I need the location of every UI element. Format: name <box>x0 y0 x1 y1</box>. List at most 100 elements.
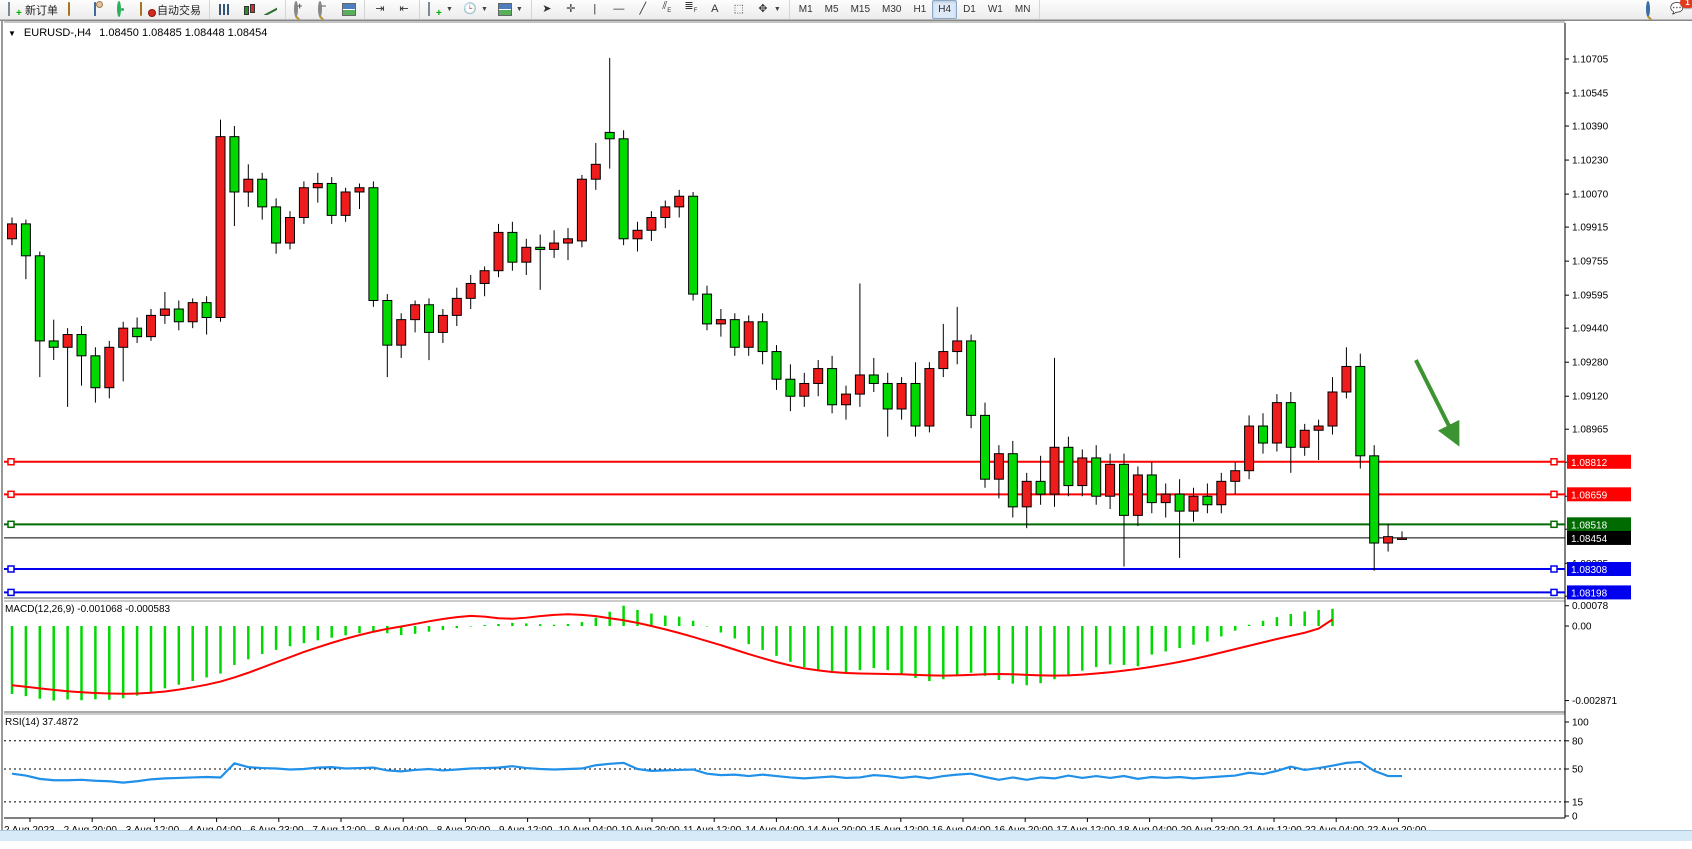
bar-chart-button[interactable] <box>213 0 237 19</box>
chart-canvas[interactable]: 1.107051.105451.103901.102301.100701.099… <box>0 21 1692 849</box>
zoom-out-button[interactable]: − <box>313 0 337 19</box>
timeframe-mn-button[interactable]: MN <box>1009 0 1037 19</box>
candle-down[interactable] <box>1064 447 1073 485</box>
candle-down[interactable] <box>772 352 781 380</box>
candle-up[interactable] <box>466 283 475 298</box>
hline-handle[interactable] <box>1551 521 1557 527</box>
candle-up[interactable] <box>438 315 447 332</box>
candle-down[interactable] <box>49 341 58 347</box>
candle-up[interactable] <box>299 188 308 218</box>
candle-up[interactable] <box>800 383 809 396</box>
candle-up[interactable] <box>953 341 962 352</box>
candle-up[interactable] <box>897 383 906 409</box>
candle-down[interactable] <box>1356 366 1365 455</box>
notifications-button[interactable]: 💬 1 <box>1665 0 1689 19</box>
timeframe-h4-button[interactable]: H4 <box>932 0 957 19</box>
candle-down[interactable] <box>383 300 392 345</box>
candle-up[interactable] <box>1078 458 1087 486</box>
hline-handle[interactable] <box>1551 459 1557 465</box>
candle-up[interactable] <box>1300 430 1309 447</box>
candle-up[interactable] <box>1398 538 1407 540</box>
zoom-in-button[interactable]: + <box>289 0 313 19</box>
periods-button[interactable]: 🕒▼ <box>458 0 493 19</box>
candle-down[interactable] <box>828 369 837 405</box>
candle-up[interactable] <box>286 218 295 244</box>
collapse-triangle-icon[interactable]: ▼ <box>8 29 16 38</box>
candle-down[interactable] <box>1147 475 1156 503</box>
candle-up[interactable] <box>313 183 322 187</box>
templates-button[interactable]: ▼ <box>493 0 528 19</box>
candle-up[interactable] <box>550 243 559 249</box>
candle-down[interactable] <box>689 196 698 294</box>
chart-shift-button[interactable]: ⇤ <box>392 0 416 19</box>
candle-down[interactable] <box>619 139 628 239</box>
candle-up[interactable] <box>341 192 350 215</box>
timeframe-m30-button[interactable]: M30 <box>876 0 907 19</box>
candle-up[interactable] <box>855 375 864 394</box>
candle-up[interactable] <box>577 179 586 241</box>
candle-up[interactable] <box>814 369 823 384</box>
text-button[interactable]: A <box>703 0 727 19</box>
vertical-line-button[interactable]: | <box>583 0 607 19</box>
timeframe-d1-button[interactable]: D1 <box>957 0 982 19</box>
candle-up[interactable] <box>647 218 656 231</box>
candle-down[interactable] <box>981 415 990 479</box>
candle-up[interactable] <box>1133 475 1142 515</box>
candle-down[interactable] <box>230 137 239 192</box>
candle-up[interactable] <box>994 454 1003 480</box>
candle-up[interactable] <box>1217 481 1226 504</box>
candle-up[interactable] <box>522 247 531 262</box>
candle-up[interactable] <box>1161 494 1170 503</box>
timeframe-h1-button[interactable]: H1 <box>907 0 932 19</box>
candle-up[interactable] <box>633 230 642 239</box>
timeframe-w1-button[interactable]: W1 <box>982 0 1009 19</box>
hline-handle[interactable] <box>8 566 14 572</box>
market-watch-button[interactable] <box>63 0 87 19</box>
candle-up[interactable] <box>494 232 503 270</box>
candle-up[interactable] <box>1189 496 1198 511</box>
hline-handle[interactable] <box>8 589 14 595</box>
candle-up[interactable] <box>1328 392 1337 426</box>
candle-up[interactable] <box>63 335 72 348</box>
channel-button[interactable]: ⫽E <box>655 0 679 19</box>
autotrade-button[interactable]: 自动交易 <box>135 0 206 19</box>
trendline-button[interactable]: ╱ <box>631 0 655 19</box>
terminal-button[interactable] <box>87 0 111 19</box>
hline-handle[interactable] <box>8 521 14 527</box>
candle-down[interactable] <box>1036 481 1045 494</box>
candle-up[interactable] <box>216 137 225 318</box>
candle-up[interactable] <box>119 328 128 347</box>
fibonacci-button[interactable]: ≣F <box>679 0 703 19</box>
candle-up[interactable] <box>1272 403 1281 443</box>
tile-windows-button[interactable] <box>337 0 361 19</box>
candle-up[interactable] <box>1022 481 1031 507</box>
timeframe-m15-button[interactable]: M15 <box>845 0 876 19</box>
candle-down[interactable] <box>202 303 211 318</box>
candle-down[interactable] <box>1259 426 1268 443</box>
candle-up[interactable] <box>1050 447 1059 494</box>
candle-down[interactable] <box>911 383 920 426</box>
candlestick-chart-button[interactable] <box>237 0 259 19</box>
candle-up[interactable] <box>480 271 489 284</box>
candle-down[interactable] <box>605 132 614 138</box>
candle-down[interactable] <box>77 335 86 356</box>
candle-down[interactable] <box>508 232 517 262</box>
candle-up[interactable] <box>661 207 670 218</box>
candle-up[interactable] <box>939 352 948 369</box>
candle-up[interactable] <box>8 224 17 239</box>
candle-down[interactable] <box>1092 458 1101 496</box>
arrows-button[interactable]: ✥▼ <box>751 0 786 19</box>
candle-down[interactable] <box>1203 496 1212 505</box>
candle-down[interactable] <box>536 247 545 249</box>
signals-button[interactable] <box>111 0 135 19</box>
candle-up[interactable] <box>355 188 364 192</box>
candle-up[interactable] <box>188 303 197 322</box>
candle-down[interactable] <box>369 188 378 301</box>
candle-up[interactable] <box>744 322 753 348</box>
candle-up[interactable] <box>1106 464 1115 496</box>
candle-down[interactable] <box>703 294 712 324</box>
candle-down[interactable] <box>91 356 100 388</box>
horizontal-line-button[interactable]: — <box>607 0 631 19</box>
candle-down[interactable] <box>967 341 976 415</box>
hline-handle[interactable] <box>1551 491 1557 497</box>
